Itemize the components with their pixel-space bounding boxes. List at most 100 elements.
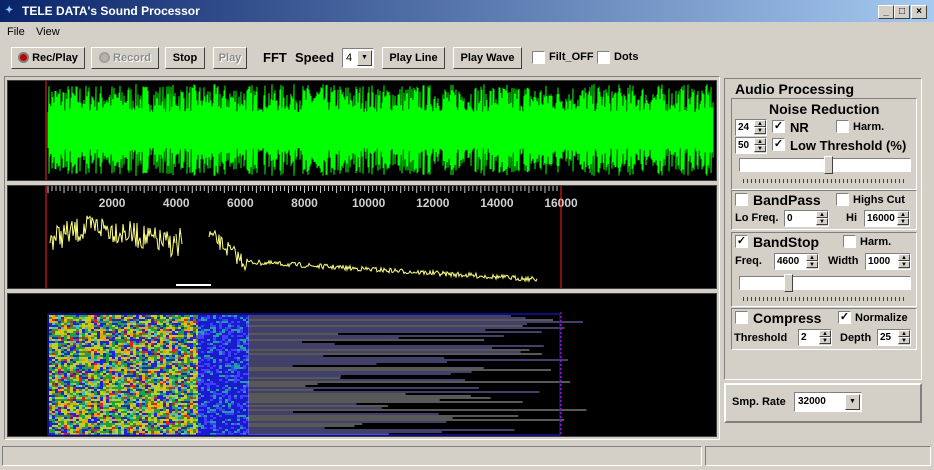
bandstop-freq-spinner[interactable]: 4600 ▲ ▼	[774, 253, 819, 270]
spectrogram-cell	[234, 325, 237, 327]
spectrogram-cell	[243, 421, 246, 423]
spectrogram-cell	[61, 329, 64, 331]
rec-play-button[interactable]: Rec/Play	[11, 47, 85, 69]
play-button[interactable]: Play	[213, 47, 247, 69]
compress-checkbox[interactable]	[735, 311, 748, 324]
spectrogram-cell	[91, 353, 94, 355]
spectrogram-cell	[70, 357, 73, 359]
spectrogram-cell	[91, 343, 94, 345]
menu-view[interactable]: View	[36, 26, 60, 38]
record-button[interactable]: Record	[91, 47, 159, 69]
up-arrow-icon[interactable]: ▲	[816, 211, 828, 218]
spectrum-view[interactable]: 2000 4000 6000 8000 10000 12000 14000 16000	[7, 185, 717, 289]
spectrogram-cell	[73, 351, 76, 353]
spectrogram-cell	[55, 375, 58, 377]
nr-checkbox[interactable]: ✓	[772, 120, 785, 133]
spectrogram-cell	[207, 399, 210, 401]
down-arrow-icon[interactable]: ▼	[754, 127, 766, 134]
up-arrow-icon[interactable]: ▲	[754, 138, 766, 145]
spectrogram-cell	[210, 423, 213, 425]
filt-off-checkbox[interactable]	[532, 51, 545, 64]
up-arrow-icon[interactable]: ▲	[897, 211, 909, 218]
threshold-spinner[interactable]: 2 ▲ ▼	[798, 329, 832, 346]
menu-file[interactable]: File	[7, 26, 25, 38]
spectrogram-cell	[175, 399, 178, 401]
nr-slider[interactable]	[739, 156, 911, 174]
spectrogram-cell	[240, 321, 243, 323]
minimize-button[interactable]: _	[878, 5, 894, 19]
spectrogram-cell	[85, 315, 88, 317]
down-arrow-icon[interactable]: ▼	[897, 218, 909, 225]
bandstop-width-spinner[interactable]: 1000 ▲ ▼	[865, 253, 911, 270]
spectrogram-cell	[234, 343, 237, 345]
spectrogram-cell	[184, 381, 187, 383]
dots-checkbox[interactable]	[597, 51, 610, 64]
up-arrow-icon[interactable]: ▲	[898, 254, 910, 261]
normalize-checkbox[interactable]: ✓	[838, 311, 851, 324]
up-arrow-icon[interactable]: ▲	[898, 330, 910, 337]
spectrogram-cell	[124, 429, 127, 431]
title-bar[interactable]: ✦ TELE DATA's Sound Processor _ □ ×	[0, 0, 934, 22]
down-arrow-icon[interactable]: ▼	[816, 218, 828, 225]
spectrogram-cell	[82, 395, 85, 397]
spectrogram-cell	[154, 389, 157, 391]
spectrogram-cell	[115, 329, 118, 331]
spectrogram-cell	[130, 395, 133, 397]
spectrogram-cell	[175, 315, 178, 317]
spectrogram-cell	[198, 351, 201, 353]
spectrogram-cell	[73, 331, 76, 333]
spectrogram-cell	[169, 405, 172, 407]
spectrogram-cell	[181, 361, 184, 363]
waveform-view[interactable]	[7, 80, 717, 181]
spectrogram-cell	[204, 369, 207, 371]
nr-slider-thumb[interactable]	[824, 156, 833, 174]
spectrogram-cell	[231, 409, 234, 411]
lo-freq-spinner[interactable]: 0 ▲ ▼	[784, 210, 829, 227]
down-arrow-icon[interactable]: ▼	[898, 261, 910, 268]
nr-spinner[interactable]: 24 ▲ ▼	[735, 119, 767, 136]
down-arrow-icon[interactable]: ▼	[898, 337, 910, 344]
hi-freq-spinner[interactable]: 16000 ▲ ▼	[864, 210, 910, 227]
chevron-down-icon[interactable]: ▼	[357, 50, 372, 66]
spectrogram-cell	[178, 409, 181, 411]
depth-spinner[interactable]: 25 ▲ ▼	[877, 329, 911, 346]
spectrogram-cell	[97, 391, 100, 393]
play-line-button[interactable]: Play Line	[382, 47, 445, 69]
nr-harm-checkbox[interactable]	[836, 120, 849, 133]
sample-rate-select[interactable]: 32000 ▼	[794, 392, 862, 412]
bandstop-slider-thumb[interactable]	[784, 274, 793, 292]
bandstop-slider[interactable]	[739, 274, 911, 292]
down-arrow-icon[interactable]: ▼	[754, 145, 766, 152]
play-wave-button[interactable]: Play Wave	[453, 47, 522, 69]
spectrogram-cell	[49, 419, 52, 421]
low-threshold-checkbox[interactable]: ✓	[772, 138, 785, 151]
low-threshold-spinner[interactable]: 50 ▲ ▼	[735, 137, 767, 154]
spectrogram-cell	[103, 377, 106, 379]
spectrogram-cell	[166, 381, 169, 383]
up-arrow-icon[interactable]: ▲	[754, 120, 766, 127]
down-arrow-icon[interactable]: ▼	[806, 261, 818, 268]
spectrogram-cell	[136, 339, 139, 341]
spectrogram-cell	[139, 321, 142, 323]
highs-cut-checkbox[interactable]	[836, 193, 849, 206]
spectrogram-view[interactable]	[7, 293, 717, 437]
spectrogram-cell	[112, 381, 115, 383]
spectrogram-cell	[85, 367, 88, 369]
bandstop-checkbox[interactable]: ✓	[735, 235, 748, 248]
up-arrow-icon[interactable]: ▲	[806, 254, 818, 261]
spectrogram-cell	[100, 377, 103, 379]
stop-button[interactable]: Stop	[165, 47, 205, 69]
up-arrow-icon[interactable]: ▲	[819, 330, 831, 337]
spectrogram-cell	[136, 417, 139, 419]
chevron-down-icon[interactable]: ▼	[845, 394, 860, 410]
spectrogram-cell	[169, 409, 172, 411]
spectrogram-cell	[55, 371, 58, 373]
down-arrow-icon[interactable]: ▼	[819, 337, 831, 344]
maximize-button[interactable]: □	[894, 5, 910, 19]
spectrogram-cell	[109, 337, 112, 339]
bandstop-harm-checkbox[interactable]	[843, 235, 856, 248]
spectrogram-cell	[133, 331, 136, 333]
speed-select[interactable]: 4 ▼	[342, 48, 374, 68]
bandpass-checkbox[interactable]	[735, 193, 748, 206]
close-button[interactable]: ×	[911, 5, 927, 19]
